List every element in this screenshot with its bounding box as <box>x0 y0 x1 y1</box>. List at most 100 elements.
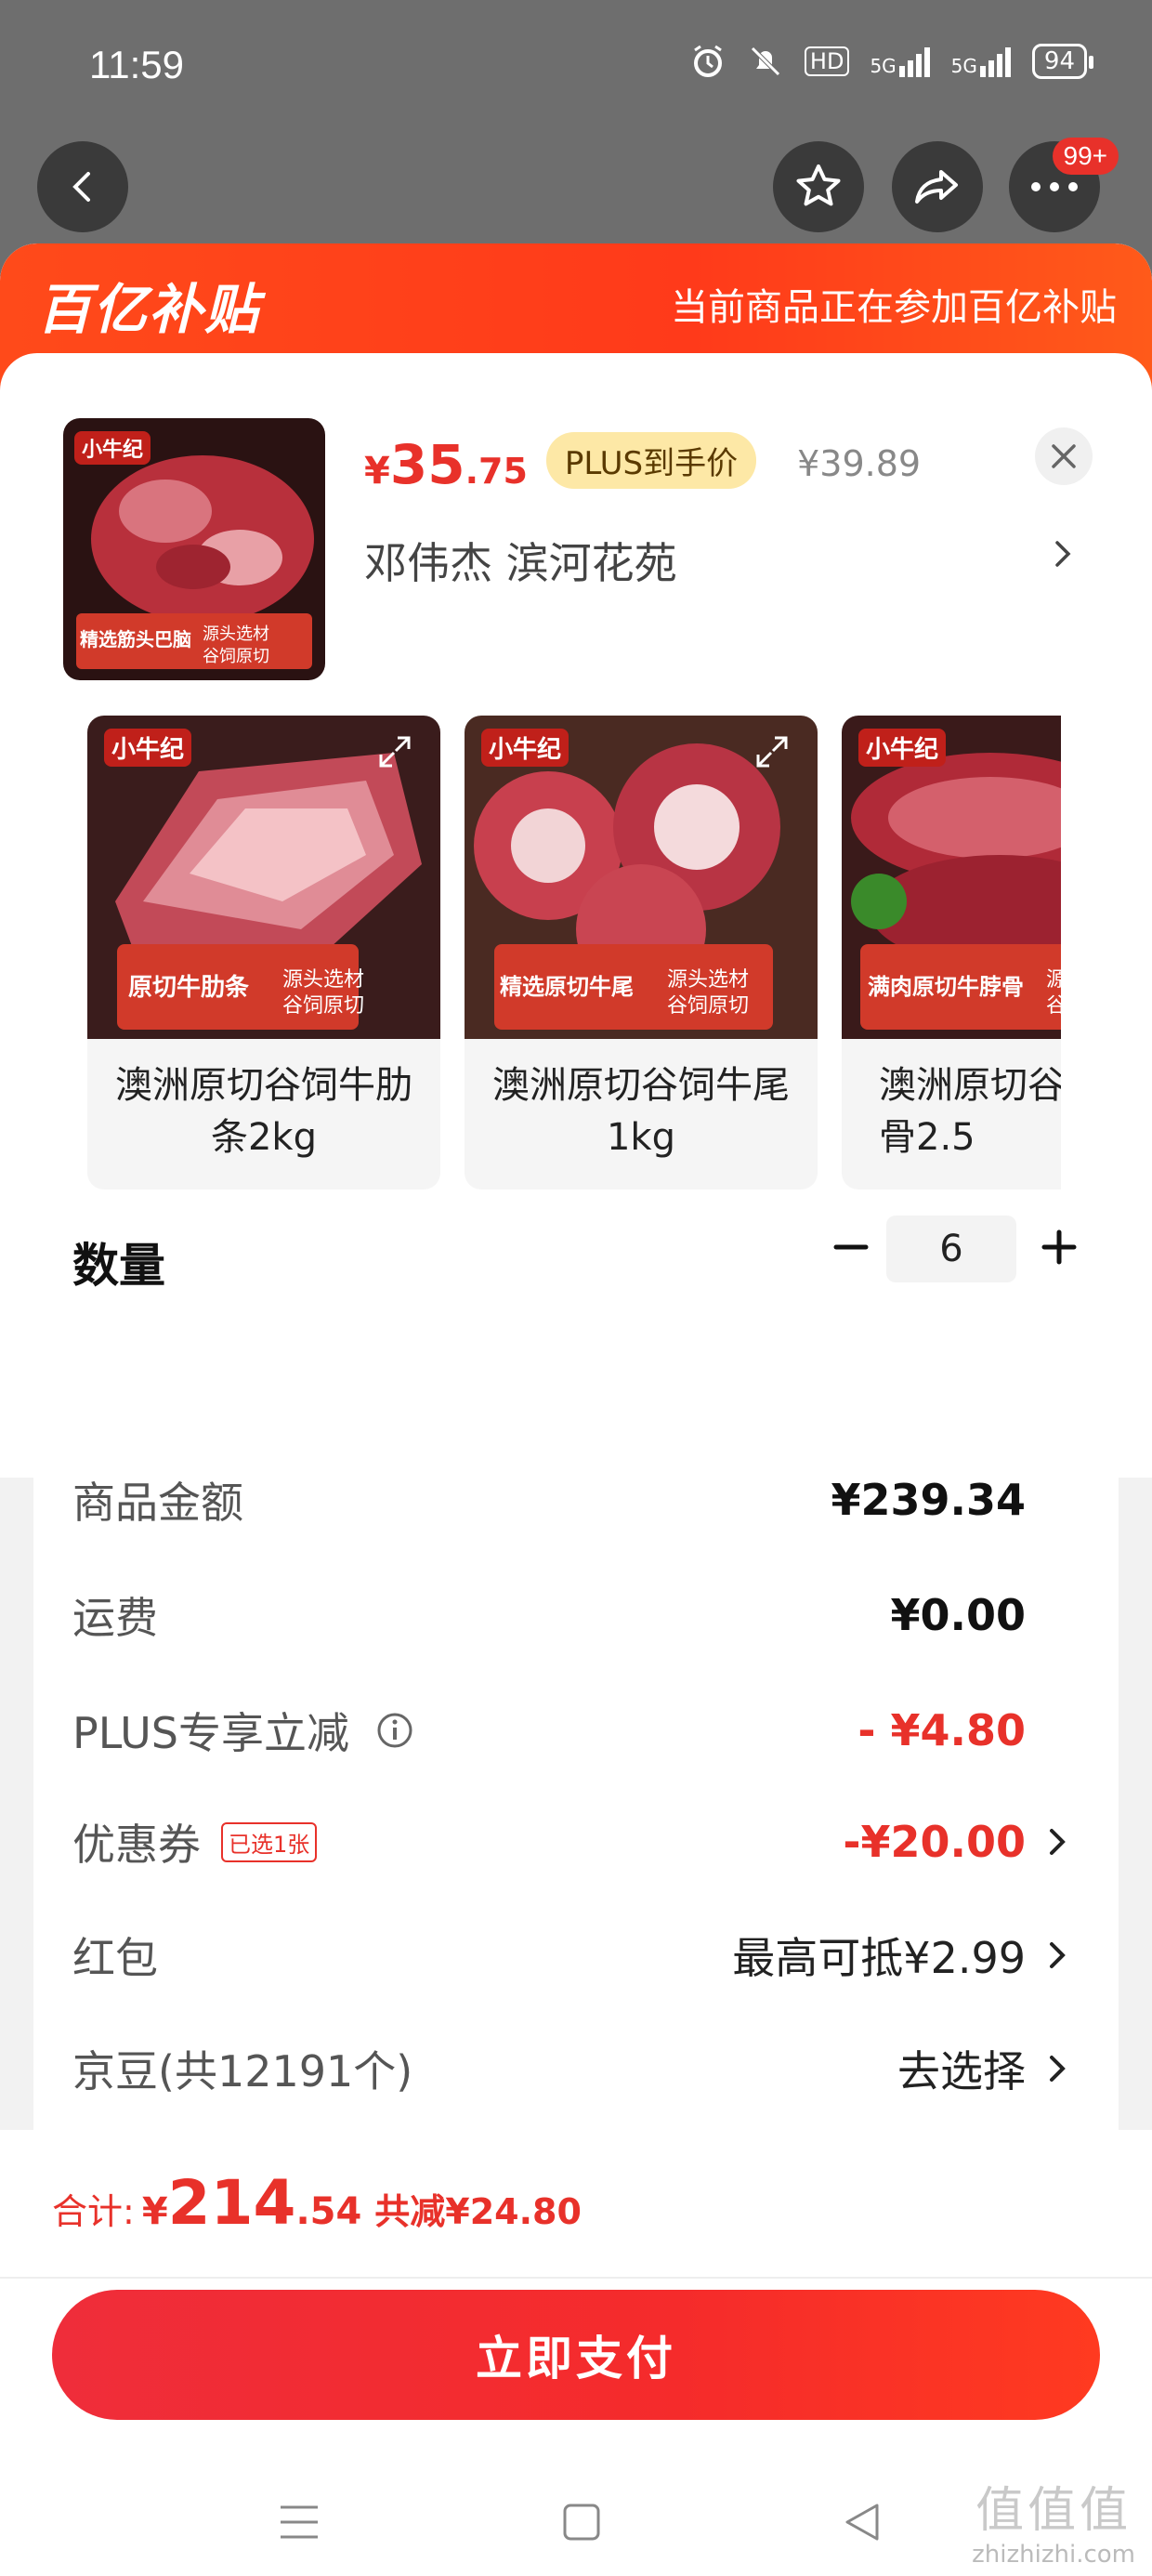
watermark: 值值值 zhizhizhi.com <box>972 2471 1135 2569</box>
close-icon <box>1052 444 1076 468</box>
sku-caption-3: 谷饲原切 <box>282 994 365 1018</box>
mute-bell-icon <box>751 46 780 76</box>
price-decimal: .75 <box>465 451 528 492</box>
sku-option[interactable]: 小牛纪 满肉原切牛脖骨 源头选 谷饲原 澳洲原切谷饲牛脖骨2.5 <box>842 716 1061 1189</box>
favorite-button[interactable] <box>773 141 864 232</box>
product-thumbnail[interactable]: 小牛纪 精选筋头巴脑 源头选材 谷饲原切 <box>63 418 325 680</box>
sku-caption: 原切牛肋条 <box>128 974 250 1002</box>
watermark-url: zhizhizhi.com <box>972 2541 1135 2569</box>
red-packet-row[interactable]: 红包 最高可抵¥2.99 <box>72 1918 1026 1992</box>
sku-caption: 满肉原切牛脖骨 <box>868 974 1024 1000</box>
minus-icon <box>833 1244 869 1250</box>
plus-discount-value: - ¥4.80 <box>857 1705 1026 1755</box>
price-currency: ¥ <box>364 450 390 493</box>
alarm-icon <box>693 45 722 77</box>
sku-caption-3: 谷饲原切 <box>667 994 750 1018</box>
battery-indicator: 94 <box>1031 44 1094 79</box>
back-triangle-icon[interactable] <box>842 2502 883 2543</box>
back-button[interactable] <box>37 141 128 232</box>
product-image-caption: 精选筋头巴脑 <box>80 628 191 651</box>
address-chevron-icon[interactable] <box>1052 535 1074 572</box>
sku-option[interactable]: 小牛纪 精选原切牛尾 源头选材 谷饲原切 澳洲原切谷饲牛尾1kg <box>465 716 818 1189</box>
sku-brand: 小牛纪 <box>481 729 569 767</box>
divider <box>0 2277 1152 2279</box>
close-button[interactable] <box>1035 427 1093 485</box>
jingdou-label: 京豆(共12191个) <box>72 2046 413 2096</box>
jingdou-row[interactable]: 京豆(共12191个) 去选择 <box>72 2031 1026 2106</box>
goods-amount-row: 商品金额 ¥239.34 <box>72 1463 1026 1537</box>
plus-price-tag: PLUS到手价 <box>545 432 757 489</box>
sku-label: 澳洲原切谷饲牛尾1kg <box>492 1064 790 1159</box>
total-row: 合计: ¥ 214 .54 共减¥24.80 <box>52 2167 582 2239</box>
coupon-label: 优惠券 <box>72 1820 201 1870</box>
share-button[interactable] <box>892 141 983 232</box>
jingdou-value: 去选择 <box>897 2046 1026 2096</box>
status-bar: 11:59 HD 5G 5G 94 <box>0 0 1152 139</box>
original-price: ¥39.89 <box>797 443 922 484</box>
notification-badge: 99+ <box>1052 138 1119 175</box>
menu-icon[interactable] <box>277 2502 321 2543</box>
sku-brand: 小牛纪 <box>104 729 192 767</box>
expand-icon[interactable] <box>377 734 412 769</box>
goods-amount-label: 商品金额 <box>72 1478 243 1528</box>
status-time: 11:59 <box>89 43 184 86</box>
product-image-caption-3: 谷饲原切 <box>203 647 269 666</box>
price-integer: 35 <box>389 433 465 496</box>
shipping-row: 运费 ¥0.00 <box>72 1578 1026 1652</box>
coupon-row[interactable]: 优惠券 已选1张 -¥20.00 <box>72 1805 1026 1879</box>
coupon-chevron-icon[interactable] <box>1046 1823 1070 1860</box>
signal-5g-2: 5G <box>951 46 1012 77</box>
total-decimal: .54 <box>295 2190 362 2233</box>
quantity-label: 数量 <box>72 1239 165 1293</box>
plus-icon <box>1041 1229 1077 1265</box>
jingdou-chevron-icon[interactable] <box>1046 2050 1070 2087</box>
plus-discount-row: PLUS专享立减 - ¥4.80 <box>72 1693 1026 1768</box>
watermark-logo: 值值值 <box>975 2483 1132 2539</box>
signal-5g-1: 5G <box>870 46 930 77</box>
sku-option[interactable]: 小牛纪 原切牛肋条 源头选材 谷饲原切 澳洲原切谷饲牛肋条2kg <box>87 716 440 1189</box>
sku-caption-3: 谷饲原 <box>1046 994 1061 1018</box>
sku-selector: 小牛纪 原切牛肋条 源头选材 谷饲原切 澳洲原切谷饲牛肋条2kg 小牛纪 精选原… <box>87 716 1061 1189</box>
product-image-caption-2: 源头选材 <box>203 624 269 644</box>
sku-brand: 小牛纪 <box>858 729 947 767</box>
sku-label: 澳洲原切谷饲牛脖骨2.5 <box>879 1064 1061 1159</box>
sku-image: 小牛纪 精选原切牛尾 源头选材 谷饲原切 <box>465 716 818 1039</box>
more-dots-icon <box>1031 182 1078 191</box>
sku-image: 小牛纪 原切牛肋条 源头选材 谷饲原切 <box>87 716 440 1039</box>
status-icons: HD 5G 5G 94 <box>689 43 1094 80</box>
quantity-decrease-button[interactable] <box>823 1219 879 1275</box>
coupon-selected-badge: 已选1张 <box>221 1821 318 1862</box>
back-arrow-icon <box>72 172 90 202</box>
pay-now-button[interactable]: 立即支付 <box>52 2290 1100 2420</box>
goods-amount-value: ¥239.34 <box>831 1475 1026 1525</box>
home-square-icon[interactable] <box>561 2502 602 2543</box>
checkout-footer: 合计: ¥ 214 .54 共减¥24.80 立即支付 值值值 zhizhizh… <box>0 2130 1152 2576</box>
sku-label: 澳洲原切谷饲牛肋条2kg <box>115 1064 412 1159</box>
quantity-increase-button[interactable] <box>1031 1219 1087 1275</box>
hd-indicator: HD <box>804 46 850 76</box>
share-icon <box>915 170 958 204</box>
quantity-input[interactable]: 6 <box>886 1216 1016 1282</box>
product-image-brand: 小牛纪 <box>74 431 151 465</box>
plus-discount-label: PLUS专享立减 <box>72 1708 349 1758</box>
red-packet-chevron-icon[interactable] <box>1046 1937 1070 1974</box>
product-card: 小牛纪 精选筋头巴脑 源头选材 谷饲原切 ¥ 35 .75 PLUS到手价 ¥3… <box>0 353 1152 1478</box>
price-row: ¥ 35 .75 PLUS到手价 ¥39.89 <box>364 432 922 498</box>
red-packet-label: 红包 <box>72 1933 158 1983</box>
subsidy-logo: 百亿补贴 <box>37 278 261 341</box>
info-icon[interactable] <box>375 1711 414 1750</box>
shipping-label: 运费 <box>72 1593 158 1643</box>
red-packet-value: 最高可抵¥2.99 <box>732 1933 1026 1983</box>
total-currency: ¥ <box>141 2190 168 2233</box>
sku-caption: 精选原切牛尾 <box>500 974 634 1000</box>
total-label: 合计: <box>52 2191 135 2232</box>
star-icon <box>796 164 841 206</box>
shipping-value: ¥0.00 <box>890 1590 1026 1640</box>
sku-image: 小牛纪 满肉原切牛脖骨 源头选 谷饲原 <box>842 716 1061 1039</box>
delivery-address[interactable]: 邓伟杰 滨河花苑 <box>364 530 677 591</box>
subsidy-notice: 当前商品正在参加百亿补贴 <box>671 286 1117 329</box>
total-integer: 214 <box>167 2167 296 2239</box>
total-saved: 共减¥24.80 <box>374 2191 582 2232</box>
coupon-value: -¥20.00 <box>843 1817 1026 1867</box>
expand-icon[interactable] <box>754 734 790 769</box>
